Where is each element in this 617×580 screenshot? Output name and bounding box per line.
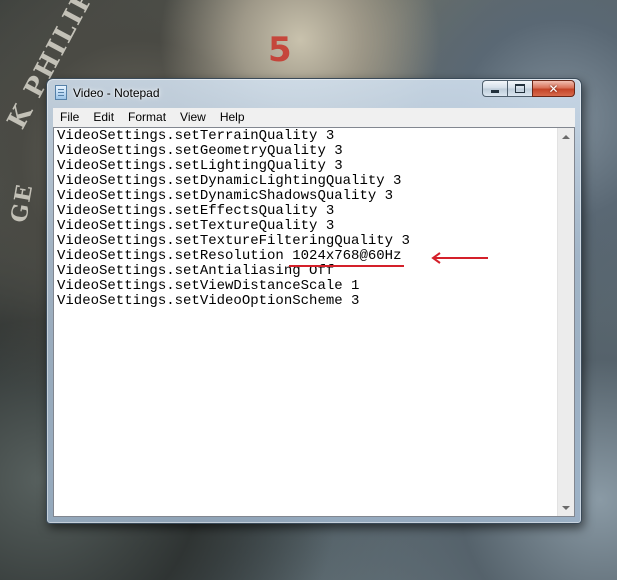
minimize-button[interactable] bbox=[482, 80, 507, 97]
scroll-down-arrow-icon bbox=[562, 505, 570, 510]
text-content-area[interactable]: VideoSettings.setTerrainQuality 3 VideoS… bbox=[54, 128, 557, 516]
caption-buttons: ✕ bbox=[482, 80, 575, 97]
menu-help[interactable]: Help bbox=[213, 108, 252, 127]
menu-view[interactable]: View bbox=[173, 108, 213, 127]
close-button[interactable]: ✕ bbox=[532, 80, 575, 97]
vertical-scrollbar[interactable] bbox=[557, 128, 574, 516]
notepad-app-icon[interactable] bbox=[55, 85, 67, 100]
scroll-up-button[interactable] bbox=[558, 128, 574, 145]
menu-edit[interactable]: Edit bbox=[86, 108, 121, 127]
menu-bar: File Edit Format View Help bbox=[53, 108, 575, 128]
menu-file[interactable]: File bbox=[53, 108, 86, 127]
text-line: VideoSettings.setTextureFilteringQuality… bbox=[57, 233, 410, 249]
notepad-window[interactable]: Video - Notepad ✕ File Edit Format View … bbox=[46, 78, 582, 524]
wallpaper-fragment-text: GE bbox=[6, 181, 39, 225]
text-editor[interactable]: VideoSettings.setTerrainQuality 3 VideoS… bbox=[53, 127, 575, 517]
text-line: VideoSettings.setEffectsQuality 3 bbox=[57, 203, 335, 219]
text-line: VideoSettings.setDynamicShadowsQuality 3 bbox=[57, 188, 394, 204]
menu-format[interactable]: Format bbox=[121, 108, 173, 127]
resolution-value-highlight: 1024x768@60Hz bbox=[292, 248, 402, 264]
text-line: VideoSettings.setTerrainQuality 3 bbox=[57, 128, 335, 144]
maximize-button[interactable] bbox=[507, 80, 532, 97]
text-line: VideoSettings.setTextureQuality 3 bbox=[57, 218, 335, 234]
close-icon: ✕ bbox=[548, 81, 559, 96]
title-bar[interactable]: Video - Notepad ✕ bbox=[47, 79, 581, 107]
scroll-up-arrow-icon bbox=[562, 134, 570, 139]
minimize-icon bbox=[491, 90, 499, 93]
wallpaper-dial-numeral: 5 bbox=[268, 30, 294, 70]
scroll-down-button[interactable] bbox=[558, 499, 574, 516]
text-line: VideoSettings.setVideoOptionScheme 3 bbox=[57, 293, 360, 309]
red-arrow-annotation bbox=[431, 252, 488, 264]
text-line: VideoSettings.setDynamicLightingQuality … bbox=[57, 173, 402, 189]
text-line: VideoSettings.setGeometryQuality 3 bbox=[57, 143, 343, 159]
text-line: VideoSettings.setLightingQuality 3 bbox=[57, 158, 343, 174]
maximize-icon bbox=[515, 84, 525, 93]
text-line: VideoSettings.setViewDistanceScale 1 bbox=[57, 278, 360, 294]
window-title: Video - Notepad bbox=[73, 86, 160, 100]
resolution-setting-key: VideoSettings.setResolution bbox=[57, 248, 293, 264]
